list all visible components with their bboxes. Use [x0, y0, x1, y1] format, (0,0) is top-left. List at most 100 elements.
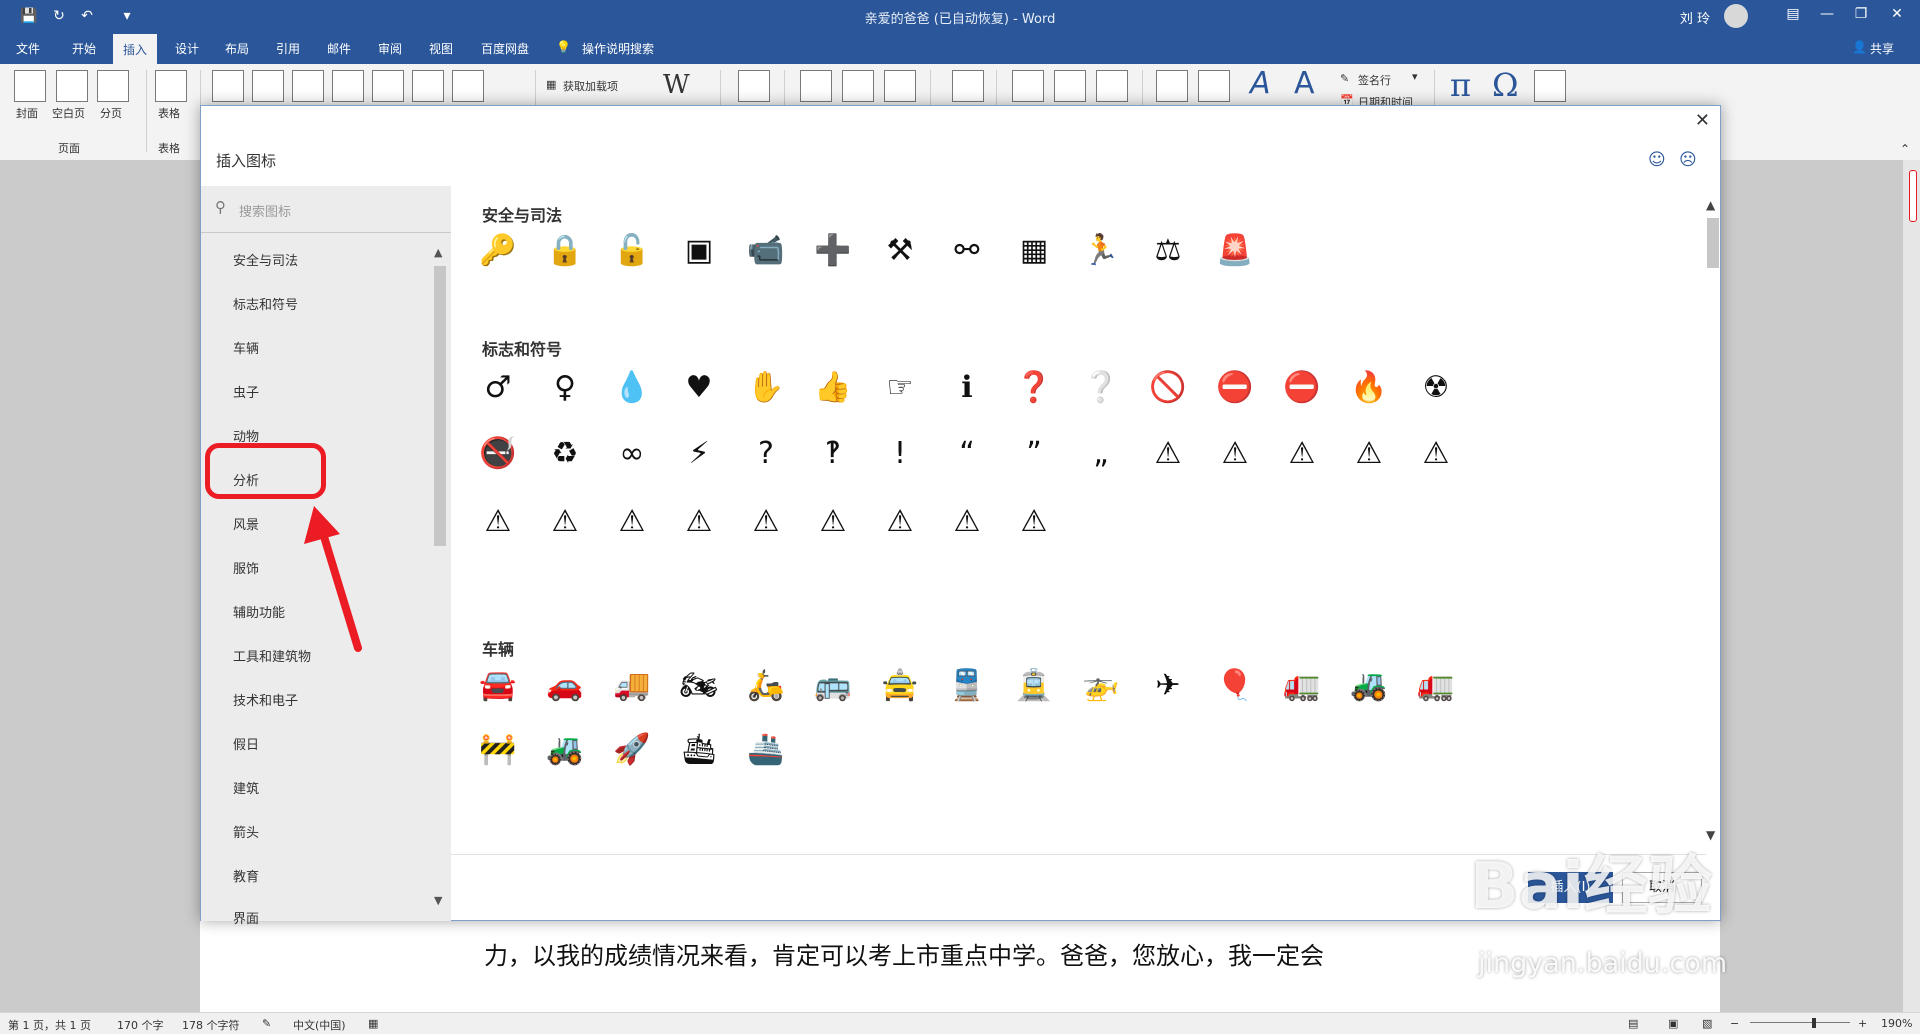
category-item[interactable]: 技术和电子 — [233, 690, 298, 709]
female-icon[interactable]: ♀ — [543, 366, 587, 410]
car-icon[interactable]: 🚘 — [476, 664, 520, 708]
police-light-icon[interactable]: 🚨 — [1213, 229, 1257, 273]
jail-bars-icon[interactable]: ▦ — [1012, 229, 1056, 273]
running-thief-icon[interactable]: 🏃 — [1079, 229, 1123, 273]
avatar[interactable] — [1724, 4, 1748, 28]
page-count[interactable]: 第 1 页，共 1 页 — [8, 1017, 91, 1033]
question-hook-circle-icon[interactable]: ❔ — [1079, 366, 1123, 410]
close-window-icon[interactable]: ✕ — [1882, 6, 1912, 22]
airplane-icon[interactable]: ✈ — [1146, 664, 1190, 708]
tractor-icon[interactable]: 🚜 — [543, 728, 587, 772]
truck-icon[interactable]: 🚚 — [610, 664, 654, 708]
hand-stop-icon[interactable]: ✋ — [744, 366, 788, 410]
online-video-icon[interactable] — [738, 70, 770, 102]
cruise-ship-icon[interactable]: 🛳 — [677, 728, 721, 772]
thumbs-up-icon[interactable]: 👍 — [811, 366, 855, 410]
chevron-down-icon[interactable]: ▾ — [1412, 70, 1418, 83]
document-body-text[interactable]: 力，以我的成绩情况来看，肯定可以考上市重点中学。爸爸，您放心，我一定会 — [484, 936, 1324, 971]
quick-parts-icon[interactable] — [1198, 70, 1230, 102]
category-scroll-thumb[interactable] — [434, 266, 446, 546]
warning-skull-icon[interactable]: ⚠ — [677, 500, 721, 544]
exclamation-icon[interactable]: ! — [878, 432, 922, 476]
pointing-hand-icon[interactable]: ☞ — [878, 366, 922, 410]
signature-line-button[interactable]: 签名行 — [1358, 72, 1391, 88]
document-scrollbar[interactable] — [1903, 160, 1920, 1012]
link-icon[interactable] — [800, 70, 832, 102]
close-icon[interactable]: ✕ — [1695, 110, 1710, 131]
page-number-icon[interactable] — [1096, 70, 1128, 102]
lock-open-icon[interactable]: 🔓 — [610, 229, 654, 273]
header-icon[interactable] — [1012, 70, 1044, 102]
share-button[interactable]: 共享 — [1870, 40, 1894, 57]
page-break-icon[interactable] — [97, 70, 129, 102]
category-item[interactable]: 标志和符号 — [233, 294, 298, 313]
tab-insert[interactable]: 插入 — [113, 34, 158, 64]
category-item[interactable]: 界面 — [233, 908, 259, 927]
number-icon[interactable] — [1534, 70, 1566, 102]
excavator-icon[interactable]: 🚧 — [476, 728, 520, 772]
document-scroll-thumb[interactable] — [1909, 170, 1917, 222]
motorcycle-icon[interactable]: 🏍 — [677, 664, 721, 708]
zoom-slider[interactable] — [1750, 1022, 1850, 1023]
warning-explosion-icon[interactable]: ⚠ — [543, 500, 587, 544]
gavel-icon[interactable]: ⚒ — [878, 229, 922, 273]
warning-camera-icon[interactable]: ⚠ — [744, 500, 788, 544]
tab-baidu-netdisk[interactable]: 百度网盘 — [481, 40, 529, 57]
quote-open-icon[interactable]: “ — [945, 432, 989, 476]
icons-icon[interactable] — [292, 70, 324, 102]
zoom-level[interactable]: 190% — [1881, 1017, 1912, 1030]
category-item[interactable]: 建筑 — [233, 778, 259, 797]
street-lamp-icon[interactable]: ➕ — [811, 229, 855, 273]
scroll-down-icon[interactable]: ▼ — [434, 894, 442, 907]
ribbon-display-icon[interactable]: ▤ — [1778, 6, 1808, 22]
warning-biohazard-icon[interactable]: ⚠ — [610, 500, 654, 544]
hot-air-balloon-icon[interactable]: 🎈 — [1213, 664, 1257, 708]
warning-x-icon[interactable]: ⚠ — [1280, 432, 1324, 476]
tab-review[interactable]: 审阅 — [378, 40, 402, 57]
equation-icon[interactable]: π — [1450, 66, 1471, 104]
radiation-icon[interactable]: ☢ — [1414, 366, 1458, 410]
tab-file[interactable]: 文件 — [16, 40, 40, 57]
symbol-icon[interactable]: Ω — [1492, 66, 1519, 104]
zoom-out-icon[interactable]: − — [1730, 1017, 1739, 1030]
screenshot-icon[interactable] — [452, 70, 484, 102]
cross-reference-icon[interactable] — [884, 70, 916, 102]
cover-page-icon[interactable] — [14, 70, 46, 102]
collapse-ribbon-icon[interactable]: ⌃ — [1900, 142, 1910, 156]
ship-icon[interactable]: 🚢 — [744, 728, 788, 772]
delivery-truck-icon[interactable]: 🚛 — [1280, 664, 1324, 708]
key-icon[interactable]: 🔑 — [476, 229, 520, 273]
category-item[interactable]: 风景 — [233, 514, 259, 533]
restore-icon[interactable]: ❐ — [1846, 6, 1876, 22]
rocket-icon[interactable]: 🚀 — [610, 728, 654, 772]
text-box-icon[interactable] — [1156, 70, 1188, 102]
question-mark-icon[interactable]: ? — [744, 432, 788, 476]
scales-icon[interactable]: ⚖ — [1146, 229, 1190, 273]
question-hook-icon[interactable]: ‽ — [811, 432, 855, 476]
gallery-scroll-thumb[interactable] — [1707, 218, 1719, 268]
web-layout-icon[interactable]: ▧ — [1702, 1017, 1712, 1030]
warning-exclamation-icon[interactable]: ⚠ — [1213, 432, 1257, 476]
zoom-slider-thumb[interactable] — [1812, 1018, 1816, 1028]
category-item[interactable]: 辅助功能 — [233, 602, 285, 621]
proofing-icon[interactable]: ✎ — [262, 1017, 271, 1030]
category-item[interactable]: 安全与司法 — [233, 250, 298, 269]
quote-close-icon[interactable]: ” — [1012, 432, 1056, 476]
category-item[interactable]: 服饰 — [233, 558, 259, 577]
stop-octagon-icon[interactable]: ⛔ — [1213, 366, 1257, 410]
no-sign-icon[interactable]: 🚫 — [1146, 366, 1190, 410]
helicopter-icon[interactable]: 🚁 — [1079, 664, 1123, 708]
minimize-icon[interactable]: — — [1812, 6, 1842, 22]
warning-drowning-icon[interactable]: ⚠ — [878, 500, 922, 544]
no-smoking-icon[interactable]: 🚭 — [476, 432, 520, 476]
taxi-icon[interactable]: 🚖 — [878, 664, 922, 708]
water-drop-icon[interactable]: 💧 — [610, 366, 654, 410]
male-icon[interactable]: ♂ — [476, 366, 520, 410]
bookmark-icon[interactable] — [842, 70, 874, 102]
handcuffs-icon[interactable]: ⚯ — [945, 229, 989, 273]
infinity-icon[interactable]: ∞ — [610, 432, 654, 476]
macro-icon[interactable]: ▦ — [368, 1017, 378, 1030]
lock-closed-icon[interactable]: 🔒 — [543, 229, 587, 273]
category-item[interactable]: 车辆 — [233, 338, 259, 357]
warning-landslide-icon[interactable]: ⚠ — [811, 500, 855, 544]
